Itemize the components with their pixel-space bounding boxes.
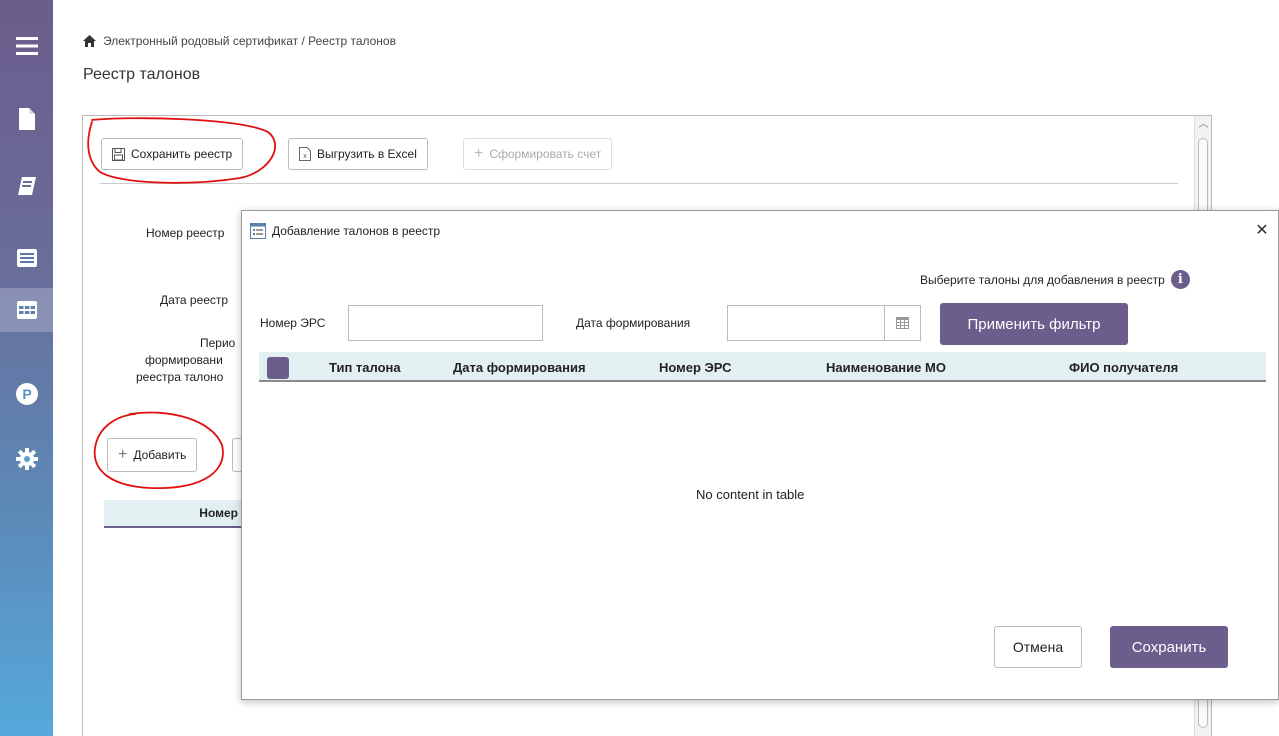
breadcrumb-text[interactable]: Электронный родовый сертификат / Реестр …: [103, 34, 396, 48]
book-icon[interactable]: [0, 164, 53, 208]
create-invoice-label: Сформировать счет: [489, 147, 602, 161]
dialog-hint-text: Выберите талоны для добавления в реестр: [920, 272, 1165, 287]
save-registry-button[interactable]: Сохранить реестр: [101, 138, 244, 170]
home-icon[interactable]: [83, 35, 96, 47]
apply-filter-button[interactable]: Применить фильтр: [940, 303, 1128, 345]
plus-icon: +: [474, 145, 484, 162]
creation-date-label: Дата формирования: [576, 316, 691, 330]
svg-text:P: P: [22, 386, 31, 402]
export-excel-button[interactable]: x Выгрузить в Excel: [288, 138, 428, 170]
calendar-icon: [896, 317, 909, 329]
save-registry-label: Сохранить реестр: [131, 147, 233, 161]
period-label-2: формировани: [145, 353, 223, 367]
gear-icon[interactable]: [0, 437, 53, 481]
floppy-icon: [112, 147, 125, 161]
parking-icon[interactable]: P: [0, 372, 53, 416]
close-icon[interactable]: ✕: [1252, 221, 1272, 241]
column-header-ers-number[interactable]: Номер ЭРС: [659, 360, 732, 375]
document-icon[interactable]: [0, 97, 53, 141]
add-button[interactable]: + Добавить: [107, 438, 198, 472]
dialog-window-icon: [250, 223, 266, 239]
period-label-1: Перио: [200, 336, 236, 350]
scroll-up-icon[interactable]: ︿: [1195, 118, 1212, 132]
column-header-number[interactable]: Номер: [199, 506, 238, 520]
cancel-button[interactable]: Отмена: [994, 626, 1082, 668]
info-icon[interactable]: i: [1170, 270, 1190, 289]
tickets-grid-header: Тип талона Дата формирования Номер ЭРС Н…: [259, 352, 1266, 382]
add-label: Добавить: [133, 448, 187, 462]
svg-text:x: x: [303, 153, 307, 160]
creation-date-input[interactable]: [727, 305, 885, 341]
ers-number-input[interactable]: [348, 305, 543, 341]
create-invoice-button[interactable]: + Сформировать счет: [463, 138, 613, 170]
excel-icon: x: [299, 147, 311, 161]
ers-number-label: Номер ЭРС: [260, 316, 326, 330]
column-header-recipient-name[interactable]: ФИО получателя: [1069, 360, 1178, 375]
grid-empty-message: No content in table: [696, 487, 805, 502]
table-icon[interactable]: [0, 288, 53, 332]
registry-number-label: Номер реестр: [146, 226, 225, 240]
column-header-ticket-type[interactable]: Тип талона: [329, 360, 401, 375]
sidebar: P: [0, 0, 53, 736]
dialog-titlebar: Добавление талонов в реестр: [242, 211, 1278, 251]
breadcrumb: Электронный родовый сертификат / Реестр …: [83, 34, 396, 48]
menu-icon[interactable]: [0, 24, 53, 68]
list-icon[interactable]: [0, 236, 53, 280]
registry-table-header: Номер: [104, 500, 244, 528]
page-title: Реестр талонов: [83, 66, 201, 83]
toolbar-divider: [100, 183, 1178, 184]
column-header-mo-name[interactable]: Наименование МО: [826, 360, 946, 375]
column-header-creation-date[interactable]: Дата формирования: [453, 360, 586, 375]
plus-icon: +: [118, 446, 128, 463]
save-button[interactable]: Сохранить: [1110, 626, 1228, 668]
registry-date-label: Дата реестр: [160, 293, 229, 307]
period-label-3: реестра талоно: [136, 370, 224, 384]
dialog-title: Добавление талонов в реестр: [272, 224, 441, 238]
export-excel-label: Выгрузить в Excel: [317, 147, 417, 161]
calendar-button[interactable]: [885, 305, 921, 341]
select-all-checkbox[interactable]: [267, 357, 289, 379]
dialog-hint: Выберите талоны для добавления в реестр …: [920, 270, 1190, 289]
